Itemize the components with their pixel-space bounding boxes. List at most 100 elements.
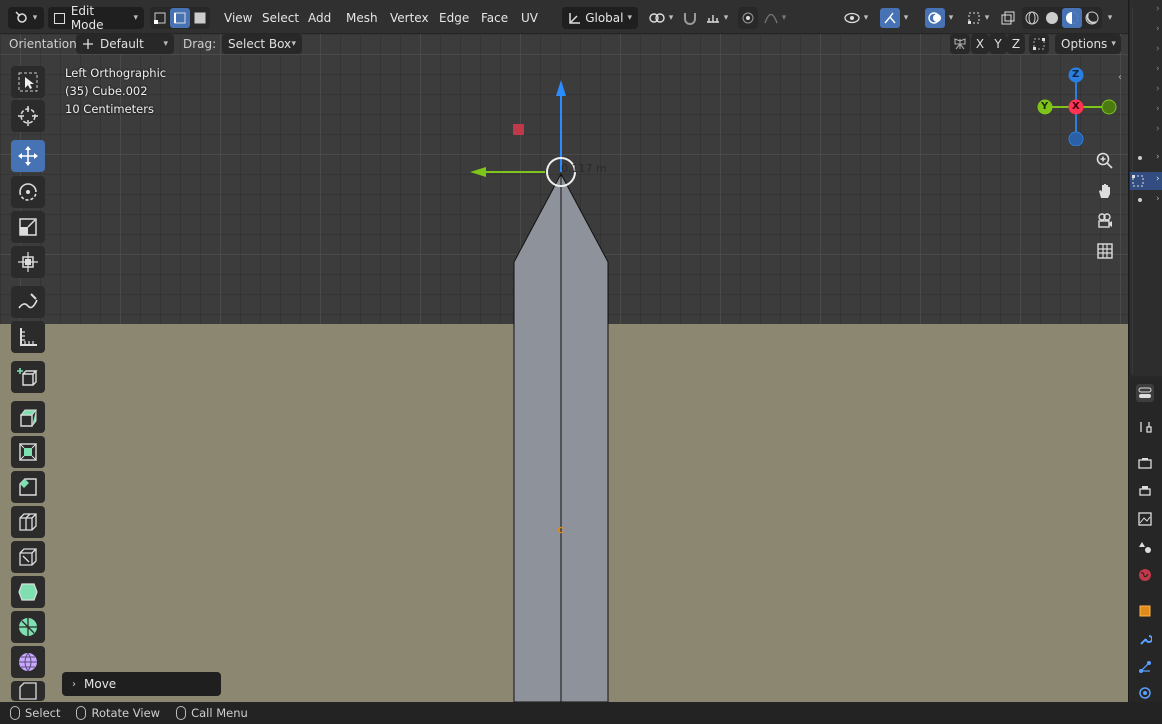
tool-knife[interactable] xyxy=(11,541,45,573)
outliner-expand-arrow-2[interactable]: › xyxy=(1156,24,1160,34)
edit-mode-icon xyxy=(54,12,65,24)
zoom-button[interactable] xyxy=(1092,148,1118,174)
gizmo-y-arrowhead[interactable] xyxy=(470,167,486,177)
props-world-tab[interactable] xyxy=(1136,566,1154,584)
menu-mesh[interactable]: Mesh xyxy=(340,7,384,29)
outliner-panel[interactable]: › › › › › › › › › › xyxy=(1130,0,1162,376)
nav-neg-y-handle[interactable] xyxy=(1101,99,1117,115)
camera-view-button[interactable] xyxy=(1092,208,1118,234)
mode-dropdown[interactable]: Edit Mode ▾ xyxy=(48,4,144,32)
tool-rotate[interactable] xyxy=(11,176,45,208)
menu-vertex[interactable]: Vertex xyxy=(384,7,435,29)
menu-add[interactable]: Add xyxy=(302,7,337,29)
3d-viewport[interactable]: 0.117 m Left Orthographic (35) Cube.002 … xyxy=(0,34,1128,702)
props-scene-tab[interactable] xyxy=(1136,538,1154,556)
outliner-expand-arrow-4[interactable]: › xyxy=(1156,64,1160,74)
mirror-x-toggle[interactable]: X xyxy=(971,34,989,54)
props-object-tab[interactable] xyxy=(1136,602,1154,620)
tool-move[interactable] xyxy=(11,140,45,172)
tool-loop-cut[interactable] xyxy=(11,506,45,538)
props-tool-wrench-tab[interactable] xyxy=(1136,418,1154,436)
tool-smooth[interactable] xyxy=(11,646,45,678)
pivot-point-dropdown[interactable]: ▾ xyxy=(646,7,676,29)
outliner-expand-arrow-5[interactable]: › xyxy=(1156,84,1160,94)
props-modifier-tab[interactable] xyxy=(1136,630,1154,648)
outliner-expand-arrow-6[interactable]: › xyxy=(1156,104,1160,114)
mesh-edit-overlays-dropdown[interactable]: ▾ xyxy=(962,7,994,29)
options-dropdown[interactable]: Options ▾ xyxy=(1055,34,1121,54)
menu-face[interactable]: Face xyxy=(475,7,514,29)
pan-button[interactable] xyxy=(1092,178,1118,204)
props-output-tab[interactable] xyxy=(1136,482,1154,500)
props-render-tab[interactable] xyxy=(1136,454,1154,472)
middle-mouse-icon xyxy=(76,706,87,720)
proportional-edit-toggle[interactable] xyxy=(738,7,758,29)
overlays-dropdown[interactable]: ▾ xyxy=(920,7,958,29)
outliner-selected-row[interactable]: › xyxy=(1130,172,1162,190)
mirror-toggle[interactable] xyxy=(950,34,970,54)
menu-select[interactable]: Select xyxy=(256,7,305,29)
menu-uv[interactable]: UV xyxy=(515,7,544,29)
auto-merge-toggle[interactable] xyxy=(1029,34,1049,54)
proportional-falloff-dropdown[interactable]: ▾ xyxy=(760,7,790,29)
tool-edge-slide[interactable] xyxy=(11,681,45,701)
drag-dropdown[interactable]: Select Box ▾ xyxy=(222,34,302,54)
tool-cursor[interactable] xyxy=(11,100,45,132)
outliner-expand-arrow-9[interactable]: › xyxy=(1156,174,1160,184)
gizmo-z-arrowhead[interactable] xyxy=(556,80,566,96)
shading-mode-group xyxy=(1022,7,1102,29)
mirror-y-toggle[interactable]: Y xyxy=(989,34,1007,54)
props-tool-tab[interactable] xyxy=(1136,384,1154,402)
edge-select-mode[interactable] xyxy=(170,8,190,28)
light-marker[interactable] xyxy=(513,124,524,135)
menu-edge[interactable]: Edge xyxy=(433,7,475,29)
snap-toggle[interactable] xyxy=(680,7,700,29)
outliner-expand-arrow-10[interactable]: › xyxy=(1156,194,1160,204)
tool-measure[interactable] xyxy=(11,321,45,353)
tool-select-box[interactable] xyxy=(11,66,45,98)
props-physics-tab[interactable] xyxy=(1136,684,1154,702)
ortho-toggle-button[interactable] xyxy=(1092,238,1118,264)
gizmo-dropdown[interactable]: ▾ xyxy=(876,7,912,29)
globe-icon xyxy=(1139,569,1151,581)
last-operator-panel[interactable]: › Move xyxy=(62,672,221,696)
face-select-mode[interactable] xyxy=(190,8,210,28)
outliner-expand-arrow-7[interactable]: › xyxy=(1156,124,1160,134)
rendered-shading[interactable] xyxy=(1082,8,1102,28)
editor-type-dropdown[interactable]: ▾ xyxy=(8,7,44,29)
tool-add-cube[interactable] xyxy=(11,361,45,393)
material-preview-shading[interactable] xyxy=(1062,8,1082,28)
overlays-toggle[interactable] xyxy=(924,8,945,28)
props-particles-tab[interactable] xyxy=(1136,658,1154,676)
tool-spin[interactable] xyxy=(11,611,45,643)
sidebar-toggle-arrow[interactable]: ‹ xyxy=(1118,72,1122,83)
tool-transform[interactable] xyxy=(11,246,45,278)
visibility-dropdown[interactable]: ▾ xyxy=(840,7,872,29)
mesh-geometry[interactable] xyxy=(0,34,1128,702)
props-view-layer-tab[interactable] xyxy=(1136,510,1154,528)
mesh-face-left[interactable] xyxy=(513,173,562,702)
wireframe-shading[interactable] xyxy=(1022,8,1042,28)
vertex-select-mode[interactable] xyxy=(150,8,170,28)
tool-inset[interactable] xyxy=(11,436,45,468)
xray-toggle[interactable] xyxy=(998,7,1018,29)
menu-view[interactable]: View xyxy=(218,7,258,29)
status-menu-hint: Call Menu xyxy=(176,706,248,720)
tool-poly-build[interactable] xyxy=(11,576,45,608)
outliner-expand-arrow-1[interactable]: › xyxy=(1156,4,1160,14)
snap-target-dropdown[interactable]: ▾ xyxy=(702,7,732,29)
transform-orientation-dropdown[interactable]: Global ▾ xyxy=(562,7,638,29)
outliner-expand-arrow-3[interactable]: › xyxy=(1156,44,1160,54)
nav-neg-z-handle[interactable] xyxy=(1068,131,1084,146)
tool-bevel[interactable] xyxy=(11,471,45,503)
outliner-expand-arrow-8[interactable]: › xyxy=(1156,152,1160,162)
tool-extrude[interactable] xyxy=(11,401,45,433)
mesh-face-right[interactable] xyxy=(560,173,609,702)
tool-scale[interactable] xyxy=(11,211,45,243)
gizmo-toggle[interactable] xyxy=(879,8,900,28)
orientation-dropdown[interactable]: Default ▾ xyxy=(76,34,174,54)
tool-annotate[interactable] xyxy=(11,286,45,318)
mirror-z-toggle[interactable]: Z xyxy=(1007,34,1025,54)
shading-options-dropdown[interactable]: ▾ xyxy=(1104,7,1116,29)
solid-shading[interactable] xyxy=(1042,8,1062,28)
